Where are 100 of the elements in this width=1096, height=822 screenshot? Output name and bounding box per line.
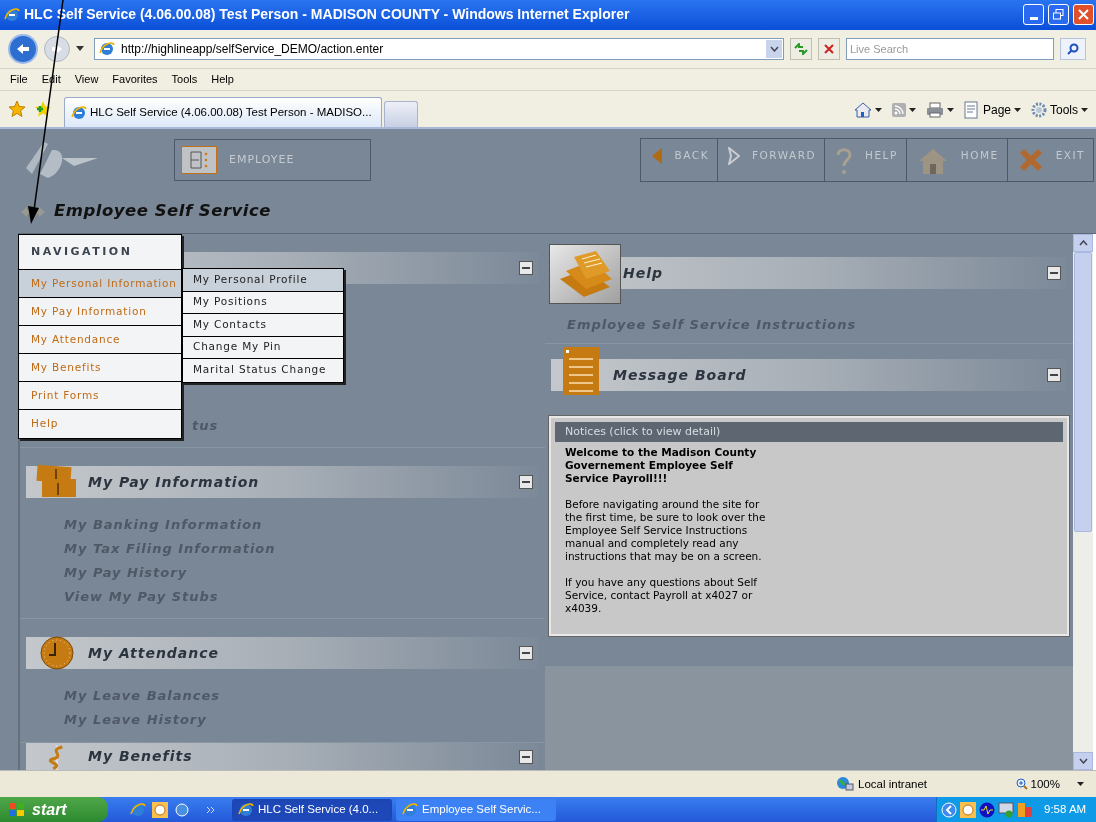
section-title: My Attendance — [88, 643, 221, 663]
collapse-button[interactable] — [519, 475, 533, 490]
section-title: Message Board — [613, 365, 748, 385]
back-arrow-icon — [16, 42, 30, 55]
submenu-item[interactable]: My Personal Profile — [183, 269, 343, 292]
question-mark-icon — [835, 147, 854, 176]
dropdown-arrow-icon — [1077, 782, 1084, 787]
browser-tab[interactable]: HLC Self Service (4.06.00.08) Test Person - MADISO... — [64, 97, 382, 128]
documents-icon — [549, 244, 621, 305]
url-text: http://highlineapp/selfService_DEMO/action.enter — [121, 40, 385, 58]
module-label: EMPLOYEE — [229, 152, 295, 169]
search-field[interactable]: Live Search — [846, 37, 1054, 60]
back-nav-button[interactable]: BACK — [640, 139, 719, 182]
home-icon — [853, 102, 872, 119]
stop-button[interactable] — [818, 37, 840, 60]
module-icon — [181, 146, 217, 175]
chevron-down-icon — [769, 45, 779, 52]
left-triangle-icon — [650, 147, 663, 166]
section-title: My Pay Information — [88, 472, 261, 492]
menu-item[interactable]: File — [4, 71, 34, 88]
scroll-thumb[interactable] — [1074, 252, 1092, 533]
menu-item[interactable]: View — [68, 71, 105, 88]
money-icon — [36, 465, 78, 500]
page-icon — [963, 101, 980, 120]
chevron-down-icon — [1078, 758, 1088, 765]
page-title: Employee Self Service — [54, 200, 271, 223]
notice-paragraph: If you have any questions about Self Service, contact Payroll at x4027 or x4039. — [565, 576, 759, 616]
notepad-icon — [563, 347, 599, 396]
minus-icon — [1050, 272, 1058, 275]
scrollbar[interactable] — [1073, 234, 1093, 771]
address-dropdown[interactable] — [766, 39, 782, 58]
collapse-button[interactable] — [519, 261, 533, 276]
tab-label: HLC Self Service (4.06.00.08) Test Person - MADISO... — [90, 105, 372, 121]
minimize-button[interactable] — [1023, 4, 1044, 26]
minus-icon — [522, 652, 530, 655]
taskbar-button[interactable]: Employee Self Servic... — [396, 798, 556, 821]
address-field[interactable]: http://highlineapp/selfService_DEMO/action.enter — [94, 37, 784, 60]
search-icon — [1067, 42, 1079, 55]
home-command[interactable] — [853, 102, 882, 119]
forward-nav-button[interactable]: FORWARD — [718, 139, 826, 182]
zoom-icon — [1015, 778, 1028, 791]
add-favorite-icon[interactable] — [34, 100, 52, 119]
dropdown-arrow-icon — [76, 46, 84, 52]
dropdown-arrow-icon — [1081, 108, 1088, 113]
minus-icon — [1050, 374, 1058, 377]
chevron-up-icon — [1078, 240, 1088, 247]
network-icon[interactable] — [998, 801, 1014, 818]
nav-menu-item[interactable]: My Personal Information — [19, 270, 181, 298]
start-button[interactable]: start — [0, 797, 108, 822]
gear-icon — [1031, 102, 1047, 119]
dropdown-arrow-icon — [1014, 108, 1021, 113]
notices-header[interactable]: Notices (click to view detail) — [555, 422, 1063, 443]
minimize-icon — [1029, 17, 1038, 21]
collapse-button[interactable] — [1047, 368, 1061, 383]
minus-icon — [522, 755, 530, 758]
menu-item[interactable]: Help — [205, 71, 240, 88]
home-nav-button[interactable]: HOME — [906, 139, 1008, 182]
close-button[interactable] — [1073, 4, 1094, 26]
collapse-button[interactable] — [519, 749, 533, 764]
clock-icon[interactable] — [960, 801, 976, 818]
scroll-down-button[interactable] — [1073, 752, 1093, 771]
menu-item[interactable]: Favorites — [106, 71, 164, 88]
taskbar-button[interactable]: HLC Self Service (4.0... — [232, 798, 392, 821]
cross-icon — [1017, 147, 1044, 174]
minus-icon — [522, 267, 530, 270]
chevron-right-icon[interactable] — [206, 805, 216, 814]
zone-text: Local intranet — [858, 776, 928, 792]
waveform-icon[interactable] — [979, 801, 995, 818]
notice-heading[interactable]: Welcome to the Madison County Governement Employee Self Service Payroll!!! — [565, 446, 777, 486]
print-command[interactable] — [925, 102, 954, 119]
collapse-button[interactable] — [519, 646, 533, 661]
clock-icon — [39, 635, 75, 672]
dropdown-arrow-icon — [946, 108, 954, 113]
chevron-left-icon[interactable] — [941, 801, 957, 818]
star-icon[interactable] — [8, 100, 26, 119]
dropdown-arrow-icon — [874, 108, 882, 113]
scroll-up-button[interactable] — [1073, 234, 1093, 253]
clock-icon[interactable] — [152, 801, 168, 818]
section-title: My Benefits — [88, 747, 194, 767]
back-button[interactable] — [8, 33, 38, 64]
forward-arrow-icon — [51, 43, 63, 54]
forward-button[interactable] — [44, 35, 70, 62]
exit-nav-button[interactable]: EXIT — [1007, 139, 1093, 182]
refresh-button[interactable] — [790, 37, 812, 60]
zoom-control[interactable]: 100% — [1015, 775, 1084, 793]
dropdown-arrow-icon — [908, 108, 916, 113]
section-title: Help — [623, 263, 665, 283]
page-command[interactable]: Page — [963, 101, 1021, 120]
help-nav-button[interactable]: HELP — [825, 139, 907, 182]
restore-button[interactable] — [1048, 4, 1069, 26]
tools-command[interactable]: Tools — [1031, 101, 1088, 120]
clock-text: 9:58 AM — [1044, 801, 1087, 817]
close-icon — [1078, 9, 1089, 21]
search-button[interactable] — [1060, 37, 1086, 60]
minus-icon — [522, 481, 530, 484]
menu-item[interactable]: Tools — [165, 71, 204, 88]
feeds-command[interactable] — [891, 103, 916, 118]
collapse-button[interactable] — [1047, 266, 1061, 281]
right-chevron-icon — [728, 147, 741, 166]
stop-x-icon — [824, 43, 834, 54]
